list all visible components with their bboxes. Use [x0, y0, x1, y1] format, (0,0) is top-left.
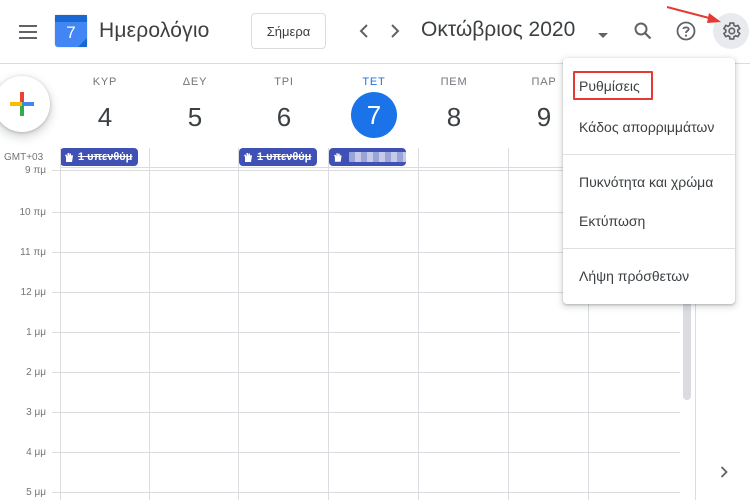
- hour-label: 2 μμ: [26, 367, 46, 378]
- chevron-left-icon: [359, 24, 368, 38]
- hour-line: [52, 492, 680, 493]
- day-name: ΤΕΤ: [362, 76, 386, 88]
- menu-item-get-addons[interactable]: Λήψη πρόσθετων: [563, 258, 735, 294]
- hour-line: [52, 452, 680, 453]
- day-divider: [238, 148, 239, 500]
- previous-week-button[interactable]: [350, 16, 378, 46]
- day-header[interactable]: ΚΥΡ 4: [60, 76, 150, 140]
- day-divider: [508, 148, 509, 500]
- view-dropdown[interactable]: [598, 26, 608, 44]
- hour-label: 10 πμ: [19, 207, 46, 218]
- side-panel-toggle[interactable]: [715, 462, 733, 482]
- next-week-button[interactable]: [381, 16, 409, 46]
- hour-label: 9 πμ: [24, 165, 46, 176]
- menu-item-print[interactable]: Εκτύπωση: [563, 203, 735, 239]
- grid-scrollbar[interactable]: [683, 300, 691, 400]
- day-divider: [149, 148, 150, 500]
- day-number-today[interactable]: 7: [351, 92, 397, 138]
- day-name: ΔΕΥ: [182, 76, 208, 88]
- hour-label: 4 μμ: [26, 447, 46, 458]
- search-icon: [634, 22, 652, 40]
- hour-line: [52, 412, 680, 413]
- menu-divider: [563, 248, 735, 249]
- reminder-hand-icon: [65, 152, 73, 162]
- reminder-chip[interactable]: 1 υπενθύμ: [60, 148, 138, 166]
- blurred-text: [348, 152, 406, 162]
- day-header[interactable]: ΠΕΜ 8: [409, 76, 499, 140]
- day-number[interactable]: 8: [409, 94, 499, 140]
- month-title[interactable]: Οκτώβριος 2020: [421, 18, 575, 42]
- reminder-hand-icon: [244, 152, 252, 162]
- logo-day-number: 7: [66, 23, 76, 42]
- day-number[interactable]: 4: [60, 94, 150, 140]
- day-name: ΤΡΙ: [274, 76, 294, 88]
- annotation-arrow: [666, 6, 721, 23]
- day-number[interactable]: 5: [150, 94, 240, 140]
- app-title: Ημερολόγιο: [99, 19, 210, 42]
- reminder-chip[interactable]: 1 υπενθύμ: [239, 148, 317, 166]
- reminder-hand-icon: [333, 152, 342, 162]
- hour-label: 12 μμ: [20, 287, 46, 298]
- reminder-label: 1 υπενθύμ: [78, 151, 133, 163]
- reminder-chip-blurred[interactable]: [329, 148, 406, 166]
- hour-label: 1 μμ: [26, 327, 46, 338]
- chevron-right-icon: [720, 466, 728, 478]
- day-header[interactable]: ΤΡΙ 6: [239, 76, 329, 140]
- menu-item-density-color[interactable]: Πυκνότητα και χρώμα: [563, 164, 735, 200]
- day-name: ΚΥΡ: [92, 76, 118, 88]
- calendar-logo[interactable]: 7: [54, 14, 88, 48]
- annotation-highlight: [573, 71, 653, 100]
- chevron-right-icon: [391, 24, 400, 38]
- plus-icon: [10, 92, 34, 116]
- create-event-button[interactable]: [0, 76, 50, 132]
- day-header-today[interactable]: ΤΕΤ 7: [329, 76, 419, 138]
- caret-down-icon: [598, 33, 608, 38]
- hour-line: [52, 372, 680, 373]
- day-name: ΠΕΜ: [440, 76, 468, 88]
- hamburger-menu-icon: [19, 25, 37, 39]
- timezone-label: GMT+03: [4, 152, 44, 163]
- day-divider: [60, 148, 61, 500]
- hour-label: 3 μμ: [26, 407, 46, 418]
- settings-menu: Ρυθμίσεις Κάδος απορριμμάτων Πυκνότητα κ…: [563, 58, 735, 304]
- top-app-bar: 7 Ημερολόγιο Σήμερα Οκτώβριος 2020: [0, 0, 750, 64]
- hour-label: 5 μμ: [26, 487, 46, 498]
- day-divider: [328, 148, 329, 500]
- day-divider: [418, 148, 419, 500]
- today-button[interactable]: Σήμερα: [251, 13, 326, 49]
- search-button[interactable]: [625, 13, 661, 49]
- hour-line: [52, 332, 680, 333]
- menu-item-trash[interactable]: Κάδος απορριμμάτων: [563, 109, 735, 145]
- main-menu-button[interactable]: [8, 12, 48, 52]
- reminder-label: 1 υπενθύμ: [257, 151, 312, 163]
- day-header[interactable]: ΔΕΥ 5: [150, 76, 240, 140]
- menu-divider: [563, 154, 735, 155]
- hour-label: 11 πμ: [20, 247, 46, 258]
- day-number[interactable]: 6: [239, 94, 329, 140]
